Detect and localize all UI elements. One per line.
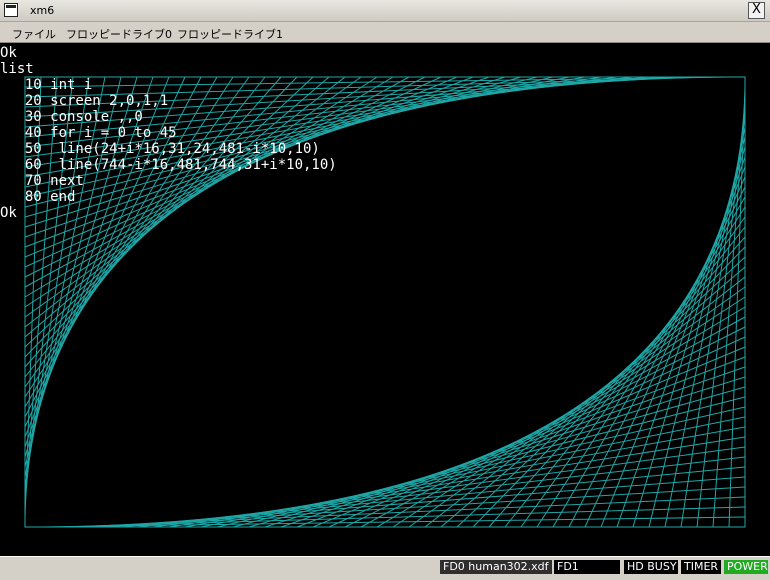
status-bar: FD0 human302.xdf FD1 HD BUSY TIMER POWER bbox=[0, 556, 770, 580]
menu-floppy-drive-0[interactable]: フロッピードライブ0 bbox=[66, 26, 172, 42]
terminal-line: 60 line(744-i*16,481,744,31+i*10,10) bbox=[8, 157, 337, 173]
menu-file[interactable]: ファイル bbox=[12, 26, 56, 42]
title-bar[interactable]: xm6 X bbox=[0, 0, 770, 22]
terminal-line: list bbox=[0, 61, 34, 77]
status-fd0: FD0 human302.xdf bbox=[440, 560, 552, 574]
grid-line-lower bbox=[56, 506, 746, 528]
terminal-line: 80 end bbox=[8, 189, 76, 205]
terminal-line: Ok bbox=[0, 45, 17, 61]
terminal-line: 20 screen 2,0,1,1 bbox=[8, 93, 169, 109]
grid-line-lower bbox=[376, 306, 746, 528]
app-window-icon[interactable] bbox=[4, 3, 18, 17]
grid-line-lower bbox=[280, 366, 746, 528]
grid-line-lower bbox=[504, 226, 746, 528]
grid-line-lower bbox=[72, 496, 746, 528]
grid-line-lower bbox=[712, 96, 746, 528]
terminal-line: 40 for i = 0 to 45 bbox=[8, 125, 177, 141]
close-button[interactable]: X bbox=[748, 2, 765, 19]
grid-line-lower bbox=[296, 356, 746, 528]
grid-line-lower bbox=[472, 246, 746, 528]
status-fd1: FD1 bbox=[554, 560, 620, 574]
terminal-line: 30 console ,,0 bbox=[8, 109, 143, 125]
status-power: POWER bbox=[724, 560, 768, 574]
status-timer: TIMER bbox=[681, 560, 721, 574]
grid-line-lower bbox=[728, 86, 746, 528]
menu-floppy-drive-1[interactable]: フロッピードライブ1 bbox=[177, 26, 283, 42]
terminal-line: 70 next bbox=[8, 173, 84, 189]
status-hd-busy: HD BUSY bbox=[624, 560, 678, 574]
grid-line-lower bbox=[360, 316, 746, 528]
grid-line-lower bbox=[488, 236, 746, 528]
emulator-screen[interactable]: Ok list 10 int i 20 screen 2,0,1,1 30 co… bbox=[0, 43, 770, 556]
terminal-line: 50 line(24+i*16,31,24,481-i*10,10) bbox=[8, 141, 320, 157]
window-title: xm6 bbox=[30, 4, 55, 17]
grid-line-upper bbox=[24, 76, 730, 88]
terminal-line: Ok bbox=[0, 205, 17, 221]
grid-line-lower bbox=[440, 266, 746, 528]
menu-bar: ファイル フロッピードライブ0 フロッピードライブ1 bbox=[0, 22, 770, 43]
grid-line-lower bbox=[264, 376, 746, 528]
terminal-line: 10 int i bbox=[8, 77, 93, 93]
grid-line-lower bbox=[568, 186, 746, 528]
grid-line-lower bbox=[328, 336, 746, 528]
grid-line-lower bbox=[40, 516, 746, 528]
grid-line-lower bbox=[632, 146, 746, 528]
grid-line-lower bbox=[616, 156, 746, 528]
